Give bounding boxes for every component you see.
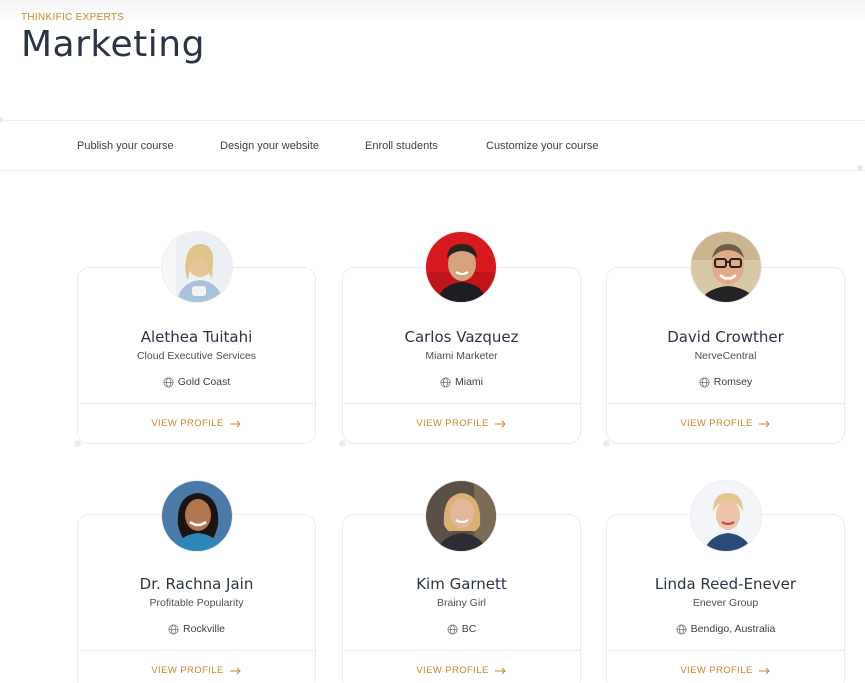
card-divider <box>78 403 315 404</box>
view-profile-link[interactable]: VIEW PROFILE <box>607 418 844 429</box>
view-profile-label: VIEW PROFILE <box>151 418 224 429</box>
expert-company: Cloud Executive Services <box>136 350 257 362</box>
nav-dot-left <box>0 117 3 123</box>
expert-location: Bendigo, Australia <box>607 623 844 635</box>
card-divider <box>343 650 580 651</box>
arrow-right-icon <box>229 420 241 427</box>
card-divider <box>343 403 580 404</box>
card-dot <box>339 440 346 447</box>
view-profile-label: VIEW PROFILE <box>416 665 489 676</box>
view-profile-label: VIEW PROFILE <box>680 418 753 429</box>
view-profile-label: VIEW PROFILE <box>151 665 224 676</box>
expert-name: Linda Reed-Enever <box>654 575 797 593</box>
expert-location: BC <box>343 623 580 635</box>
expert-name: Dr. Rachna Jain <box>139 575 254 593</box>
expert-company: NerveCentral <box>694 350 757 362</box>
woman-dark-hair-avatar[interactable] <box>161 480 233 552</box>
expert-name: Carlos Vazquez <box>404 328 519 346</box>
arrow-right-icon <box>229 667 241 674</box>
expert-name: Alethea Tuitahi <box>140 328 253 346</box>
expert-company: Miami Marketer <box>425 350 498 362</box>
card-dot <box>603 440 610 447</box>
nav-item-publish[interactable]: Publish your course <box>77 140 174 152</box>
globe-icon <box>699 377 710 387</box>
top-fade <box>0 0 865 22</box>
category-nav: Publish your course Design your website … <box>0 117 865 171</box>
arrow-right-icon <box>758 420 770 427</box>
page-title: Marketing <box>21 24 205 65</box>
expert-company: Profitable Popularity <box>149 597 244 609</box>
man-red-background-avatar[interactable] <box>425 231 497 303</box>
nav-item-customize[interactable]: Customize your course <box>486 140 599 152</box>
card-divider <box>607 650 844 651</box>
expert-location: Rockville <box>78 623 315 635</box>
arrow-right-icon <box>494 667 506 674</box>
expert-location-text: Rockville <box>182 623 225 635</box>
woman-short-blonde-avatar[interactable] <box>690 480 762 552</box>
view-profile-link[interactable]: VIEW PROFILE <box>343 665 580 676</box>
expert-location-text: Miami <box>455 376 483 388</box>
globe-icon <box>447 624 458 634</box>
globe-icon <box>168 624 179 634</box>
card-divider <box>607 403 844 404</box>
globe-icon <box>676 624 687 634</box>
expert-name: David Crowther <box>667 328 784 346</box>
globe-icon <box>163 377 174 387</box>
view-profile-link[interactable]: VIEW PROFILE <box>607 665 844 676</box>
expert-location-text: BC <box>461 623 477 635</box>
woman-blonde-avatar[interactable] <box>161 231 233 303</box>
view-profile-link[interactable]: VIEW PROFILE <box>78 418 315 429</box>
expert-location: Miami <box>343 376 580 388</box>
expert-location: Romsey <box>607 376 844 388</box>
expert-name: Kim Garnett <box>416 575 507 593</box>
card-dot <box>74 440 81 447</box>
view-profile-link[interactable]: VIEW PROFILE <box>343 418 580 429</box>
man-glasses-avatar[interactable] <box>690 231 762 303</box>
expert-company: Enever Group <box>692 597 759 609</box>
arrow-right-icon <box>758 667 770 674</box>
arrow-right-icon <box>494 420 506 427</box>
woman-blonde-dark-background-avatar[interactable] <box>425 480 497 552</box>
expert-location-text: Romsey <box>713 376 753 388</box>
card-divider <box>78 650 315 651</box>
expert-location-text: Bendigo, Australia <box>690 623 776 635</box>
globe-icon <box>440 377 451 387</box>
expert-location-text: Gold Coast <box>177 376 231 388</box>
nav-dot-right <box>857 165 863 171</box>
view-profile-link[interactable]: VIEW PROFILE <box>78 665 315 676</box>
nav-item-enroll[interactable]: Enroll students <box>365 140 438 152</box>
view-profile-label: VIEW PROFILE <box>416 418 489 429</box>
eyebrow-label: THINKIFIC EXPERTS <box>21 12 125 23</box>
nav-item-design[interactable]: Design your website <box>220 140 319 152</box>
view-profile-label: VIEW PROFILE <box>680 665 753 676</box>
expert-location: Gold Coast <box>78 376 315 388</box>
expert-company: Brainy Girl <box>436 597 486 609</box>
